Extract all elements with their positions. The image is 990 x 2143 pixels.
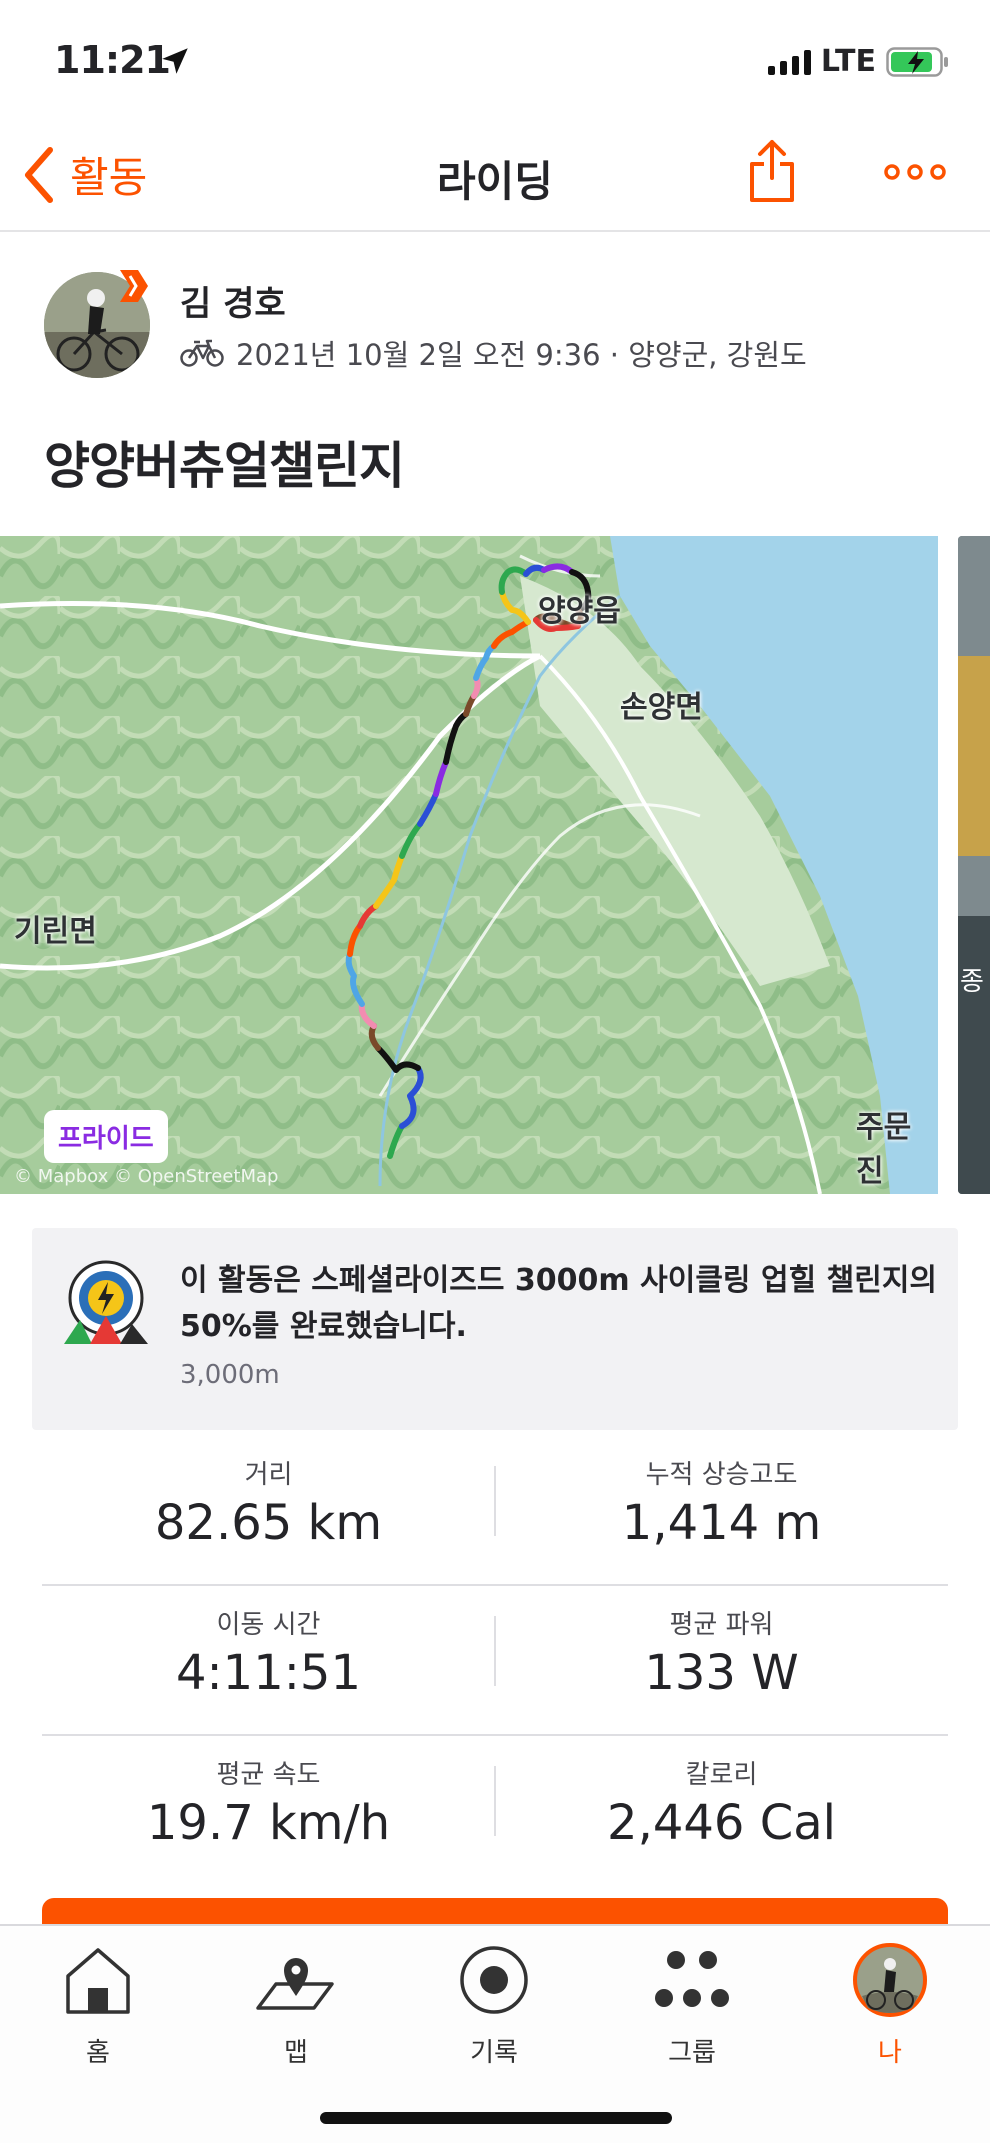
stat-average-power-label: 평균 파워 bbox=[669, 1610, 774, 1640]
tab-maps[interactable]: 맵 bbox=[216, 1938, 376, 2069]
stat-moving-time-value: 4:11:51 bbox=[175, 1645, 362, 1701]
tab-groups-label: 그룹 bbox=[668, 2038, 716, 2068]
stat-calories: 칼로리 2,446 Cal bbox=[495, 1736, 948, 1851]
tab-you[interactable]: 나 bbox=[810, 1938, 970, 2069]
home-icon bbox=[66, 1948, 130, 2014]
stat-elevation-value: 1,414 m bbox=[621, 1495, 822, 1551]
tab-you-label: 나 bbox=[878, 2038, 902, 2068]
stat-elevation-label: 누적 상승고도 bbox=[645, 1460, 798, 1490]
tab-home-label: 홈 bbox=[86, 2038, 110, 2068]
battery-charging-icon bbox=[886, 46, 948, 77]
groups-icon bbox=[655, 1951, 729, 2007]
home-indicator bbox=[320, 2112, 672, 2124]
stats-row-2: 이동 시간 4:11:51 평균 파워 133 W bbox=[42, 1586, 948, 1736]
record-icon bbox=[460, 1946, 528, 2014]
network-type: LTE bbox=[820, 44, 876, 79]
status-indicators: LTE bbox=[767, 44, 950, 79]
stat-average-speed: 평균 속도 19.7 km/h bbox=[42, 1736, 495, 1851]
map-label-jumunjin: 주문진 bbox=[856, 1110, 912, 1189]
photo-preview[interactable]: 종 bbox=[958, 536, 990, 1194]
challenge-progress-card[interactable]: 이 활동은 스페셜라이즈드 3000m 사이클링 업힐 챌린지의 50%를 완료… bbox=[32, 1228, 958, 1430]
tab-bar: 홈 맵 기록 그룹 나 bbox=[0, 1924, 990, 2143]
tab-record-label: 기록 bbox=[470, 2038, 518, 2068]
stat-distance: 거리 82.65 km bbox=[42, 1436, 495, 1551]
tab-record[interactable]: 기록 bbox=[414, 1938, 574, 2069]
subscriber-badge-icon bbox=[120, 270, 148, 302]
stat-average-speed-value: 19.7 km/h bbox=[146, 1795, 391, 1851]
profile-avatar-icon bbox=[853, 1943, 927, 2017]
location-arrow-icon bbox=[162, 48, 188, 74]
page-title: 라이딩 bbox=[437, 157, 553, 206]
map-label-yangyang: 양양읍 bbox=[538, 594, 621, 629]
stats-row-1: 거리 82.65 km 누적 상승고도 1,414 m bbox=[42, 1436, 948, 1586]
tab-maps-label: 맵 bbox=[284, 2038, 308, 2068]
bicycle-icon bbox=[180, 339, 224, 367]
route-map[interactable]: 양양읍 손양면 기린면 주문진 bbox=[0, 536, 938, 1194]
stat-elevation-gain: 누적 상승고도 1,414 m bbox=[495, 1436, 948, 1551]
stat-average-power-value: 133 W bbox=[644, 1645, 799, 1701]
challenge-badge-icon bbox=[64, 1260, 148, 1344]
tab-groups[interactable]: 그룹 bbox=[612, 1938, 772, 2069]
map-label-girin: 기린면 bbox=[14, 914, 97, 949]
map-attribution: © Mapbox © OpenStreetMap bbox=[14, 1166, 279, 1187]
stat-distance-label: 거리 bbox=[244, 1460, 293, 1490]
activity-title: 양양버츄얼챌린지 bbox=[44, 437, 405, 495]
map-icon bbox=[256, 1958, 334, 2010]
map-label-sonyang: 손양면 bbox=[620, 690, 703, 725]
status-time: 11:21 bbox=[54, 38, 171, 82]
navigation-bar: 활동 라이딩 bbox=[0, 120, 990, 232]
photo-preview-text: 종 bbox=[960, 967, 984, 997]
activity-datetime-location: 2021년 10월 2일 오전 9:36 · 양양군, 강원도 bbox=[236, 338, 807, 372]
status-bar: 11:21 LTE bbox=[0, 0, 990, 120]
more-options-icon[interactable] bbox=[884, 148, 946, 196]
stats-row-3: 평균 속도 19.7 km/h 칼로리 2,446 Cal bbox=[42, 1736, 948, 1886]
signal-icon bbox=[767, 49, 811, 75]
athlete-name[interactable]: 김 경호 bbox=[180, 276, 286, 325]
stat-calories-label: 칼로리 bbox=[685, 1760, 758, 1790]
map-overlay-tag[interactable]: 프라이드 bbox=[44, 1110, 168, 1163]
challenge-goal: 3,000m bbox=[180, 1360, 280, 1390]
stat-moving-time: 이동 시간 4:11:51 bbox=[42, 1586, 495, 1701]
challenge-progress-text: 이 활동은 스페셜라이즈드 3000m 사이클링 업힐 챌린지의 50%를 완료… bbox=[180, 1263, 938, 1344]
stat-average-speed-label: 평균 속도 bbox=[216, 1760, 321, 1790]
map-canvas bbox=[0, 536, 938, 1194]
tab-home[interactable]: 홈 bbox=[18, 1938, 178, 2069]
stat-average-power: 평균 파워 133 W bbox=[495, 1586, 948, 1701]
stat-moving-time-label: 이동 시간 bbox=[216, 1610, 321, 1640]
stat-distance-value: 82.65 km bbox=[154, 1495, 383, 1551]
activity-meta: 2021년 10월 2일 오전 9:36 · 양양군, 강원도 bbox=[180, 332, 807, 374]
stat-calories-value: 2,446 Cal bbox=[607, 1795, 836, 1851]
share-icon[interactable] bbox=[748, 138, 796, 204]
